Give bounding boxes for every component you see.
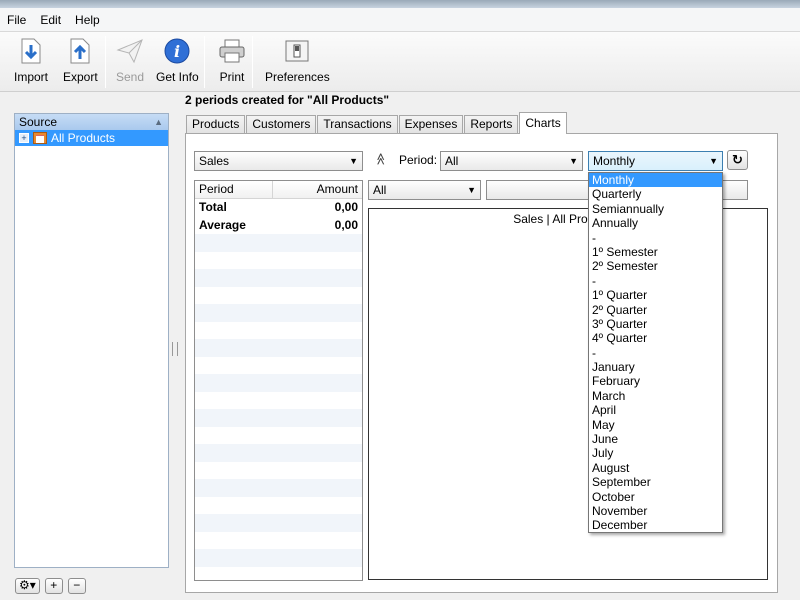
table-row[interactable]: Average 0,00 (195, 217, 362, 235)
tab-transactions[interactable]: Transactions (317, 115, 398, 133)
import-icon (16, 36, 46, 66)
tree-item-all-products[interactable]: + All Products (15, 130, 168, 146)
option-annually[interactable]: Annually (589, 216, 722, 230)
collapse-chevrons-icon[interactable]: ≫ (373, 153, 387, 166)
option-separator: - (592, 345, 596, 360)
column-amount[interactable]: Amount (273, 181, 362, 198)
option-january[interactable]: January (589, 360, 722, 374)
option-august[interactable]: August (589, 461, 722, 475)
table-row[interactable]: Total 0,00 (195, 199, 362, 217)
option-semiannually[interactable]: Semiannually (589, 202, 722, 216)
tab-reports[interactable]: Reports (464, 115, 519, 133)
option-may[interactable]: May (589, 418, 722, 432)
option-october[interactable]: October (589, 490, 722, 504)
collapse-caret-icon[interactable]: ▲ (154, 114, 163, 130)
tab-customers[interactable]: Customers (246, 115, 317, 133)
option-4th-quarter[interactable]: 4º Quarter (589, 331, 722, 345)
add-button[interactable]: + (44, 578, 63, 594)
column-period[interactable]: Period (195, 181, 273, 198)
option-1st-semester[interactable]: 1º Semester (589, 245, 722, 259)
expand-plus-icon[interactable]: + (19, 133, 29, 143)
preferences-button[interactable]: Preferences (265, 36, 330, 88)
menu-edit[interactable]: Edit (33, 13, 68, 27)
option-separator: - (592, 230, 596, 245)
chevron-down-icon: ▼ (709, 156, 718, 166)
option-september[interactable]: September (589, 475, 722, 489)
refresh-button[interactable]: ↻ (727, 150, 748, 170)
option-march[interactable]: March (589, 389, 722, 403)
table-header: Period Amount (195, 181, 362, 199)
menu-file[interactable]: File (0, 13, 33, 27)
secondary-filter-select[interactable]: All ▼ (368, 180, 481, 200)
option-april[interactable]: April (589, 403, 722, 417)
svg-text:i: i (174, 42, 180, 61)
tab-bar: Products Customers Transactions Expenses… (186, 112, 568, 134)
granularity-dropdown-list[interactable]: Monthly Quarterly Semiannually Annually … (588, 172, 723, 533)
pane-splitter[interactable] (172, 342, 178, 356)
option-3rd-quarter[interactable]: 3º Quarter (589, 317, 722, 331)
option-february[interactable]: February (589, 374, 722, 388)
period-select[interactable]: All ▼ (440, 151, 583, 171)
export-button[interactable]: Export (63, 36, 98, 88)
option-november[interactable]: November (589, 504, 722, 518)
option-july[interactable]: July (589, 446, 722, 460)
sidebar-controls: ⚙▾ + − (15, 578, 86, 594)
chevron-down-icon: ▼ (349, 156, 358, 166)
printer-icon (217, 36, 247, 66)
option-june[interactable]: June (589, 432, 722, 446)
menu-help[interactable]: Help (68, 13, 107, 27)
paper-plane-icon (115, 36, 145, 66)
source-list[interactable]: Source ▲ + All Products (14, 113, 169, 568)
export-icon (65, 36, 95, 66)
option-2nd-semester[interactable]: 2º Semester (589, 259, 722, 273)
option-2nd-quarter[interactable]: 2º Quarter (589, 303, 722, 317)
menu-bar: File Edit Help (0, 8, 800, 32)
chevron-down-icon: ▼ (467, 185, 476, 195)
metric-select[interactable]: Sales ▼ (194, 151, 363, 171)
window-titlebar (0, 0, 800, 8)
remove-button[interactable]: − (67, 578, 86, 594)
empty-rows (195, 234, 362, 580)
info-icon: i (162, 36, 192, 66)
toolbar-separator (105, 36, 106, 88)
gear-menu-button[interactable]: ⚙▾ (15, 578, 40, 594)
import-button[interactable]: Import (14, 36, 48, 88)
print-button[interactable]: Print (217, 36, 247, 88)
chevron-down-icon: ▼ (569, 156, 578, 166)
toolbar-separator (252, 36, 253, 88)
source-header[interactable]: Source ▲ (15, 114, 168, 130)
send-button[interactable]: Send (115, 36, 145, 88)
get-info-button[interactable]: i Get Info (156, 36, 199, 88)
option-1st-quarter[interactable]: 1º Quarter (589, 288, 722, 302)
option-separator: - (592, 273, 596, 288)
tab-expenses[interactable]: Expenses (398, 115, 464, 133)
tab-products[interactable]: Products (186, 115, 246, 133)
refresh-icon: ↻ (732, 152, 743, 167)
period-amount-table: Period Amount Total 0,00 Average 0,00 (194, 180, 363, 581)
option-quarterly[interactable]: Quarterly (589, 187, 722, 201)
period-label: Period: (399, 153, 438, 167)
status-message: 2 periods created for "All Products" (185, 93, 390, 107)
products-folder-icon (33, 132, 47, 144)
toolbar: Import Export Send i Get Info Print Pref… (0, 32, 800, 92)
option-monthly[interactable]: Monthly (589, 173, 722, 188)
toolbar-separator (204, 36, 205, 88)
granularity-select[interactable]: Monthly ▼ (588, 151, 723, 171)
switch-icon (282, 36, 312, 66)
option-december[interactable]: December (589, 518, 722, 532)
tab-charts[interactable]: Charts (519, 112, 567, 134)
